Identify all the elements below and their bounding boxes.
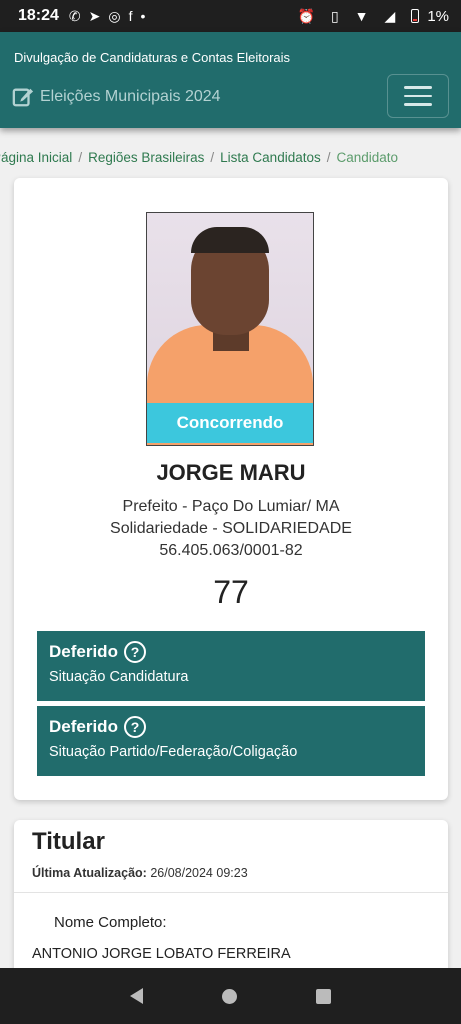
instagram-icon: ◎ [108, 8, 121, 24]
whatsapp-icon: ✆ [68, 8, 81, 24]
party-status-title: Deferido [49, 717, 118, 736]
status-badge: Concorrendo [147, 403, 313, 443]
signal-icon: ◢ [384, 8, 396, 24]
breadcrumb-separator: / [326, 150, 331, 165]
telegram-icon: ➤ [88, 8, 101, 24]
status-time: 18:24 [18, 7, 59, 24]
battery-icon [411, 9, 420, 23]
candidate-office: Prefeito - Paço Do Lumiar/ MA [122, 498, 340, 515]
candidate-cnpj: 56.405.063/0001-82 [159, 542, 303, 559]
breadcrumb-home[interactable]: Página Inicial [0, 150, 72, 165]
hamburger-icon [404, 86, 432, 89]
candidacy-status-title: Deferido [49, 642, 118, 661]
system-nav-bar [0, 968, 461, 1024]
back-icon[interactable] [129, 988, 143, 1004]
app-header: Divulgação de Candidaturas e Contas Elei… [0, 32, 461, 128]
vibrate-icon: ▯ [330, 8, 339, 24]
candidate-party: Solidariedade - SOLIDARIEDADE [110, 520, 352, 537]
candidate-name: JORGE MARU [156, 460, 306, 485]
party-status: Deferido ? Situação Partido/Federação/Co… [37, 706, 425, 776]
status-bar: 18:24 ✆ ➤ ◎ f • ⏰ ▯ ▼ ◢ 1% [0, 0, 461, 32]
breadcrumb: Página Inicial / Regiões Brasileiras / Lista… [0, 150, 398, 165]
recent-apps-icon[interactable] [316, 988, 332, 1004]
divider [14, 892, 448, 893]
candidate-card: Concorrendo JORGE MARU Prefeito - Paço D… [14, 178, 448, 800]
candidate-photo: Concorrendo [146, 212, 314, 446]
breadcrumb-current: Candidato [336, 150, 399, 165]
candidate-number: 77 [213, 574, 249, 610]
edit-icon [12, 88, 34, 107]
alarm-icon: ⏰ [297, 8, 315, 24]
header-subtitle: Divulgação de Candidaturas e Contas Elei… [14, 50, 291, 65]
wifi-icon: ▼ [354, 8, 369, 24]
notification-dot-icon: • [140, 8, 146, 24]
help-icon[interactable]: ? [123, 641, 146, 663]
candidacy-status-description: Situação Candidatura [49, 669, 189, 685]
photo-hair [191, 227, 269, 253]
titular-heading: Titular [32, 828, 105, 855]
full-name-label: Nome Completo: [54, 914, 167, 931]
brand-label: Eleições Municipais 2024 [40, 88, 221, 105]
help-icon[interactable]: ? [123, 716, 146, 738]
hamburger-icon-line [404, 103, 432, 106]
party-status-description: Situação Partido/Federação/Coligação [49, 744, 298, 760]
facebook-icon: f [128, 8, 133, 24]
last-updated-label: Última Atualização: [32, 866, 147, 880]
breadcrumb-separator: / [78, 150, 83, 165]
last-updated: Última Atualização: 26/08/2024 09:23 [32, 866, 248, 880]
hamburger-icon-line [404, 94, 432, 98]
breadcrumb-regions[interactable]: Regiões Brasileiras [88, 150, 204, 165]
candidacy-status: Deferido ? Situação Candidatura [37, 631, 425, 701]
last-updated-value: 26/08/2024 09:23 [150, 866, 248, 880]
full-name-value: ANTONIO JORGE LOBATO FERREIRA [32, 946, 291, 962]
breadcrumb-candidate-list[interactable]: Lista Candidatos [220, 150, 321, 165]
home-icon[interactable] [221, 988, 237, 1004]
breadcrumb-separator: / [210, 150, 215, 165]
brand-link[interactable]: Eleições Municipais 2024 [12, 86, 221, 108]
menu-toggle-button[interactable] [387, 74, 449, 118]
titular-card: Titular Última Atualização: 26/08/2024 0… [14, 820, 448, 980]
battery-level: 1% [427, 7, 449, 25]
